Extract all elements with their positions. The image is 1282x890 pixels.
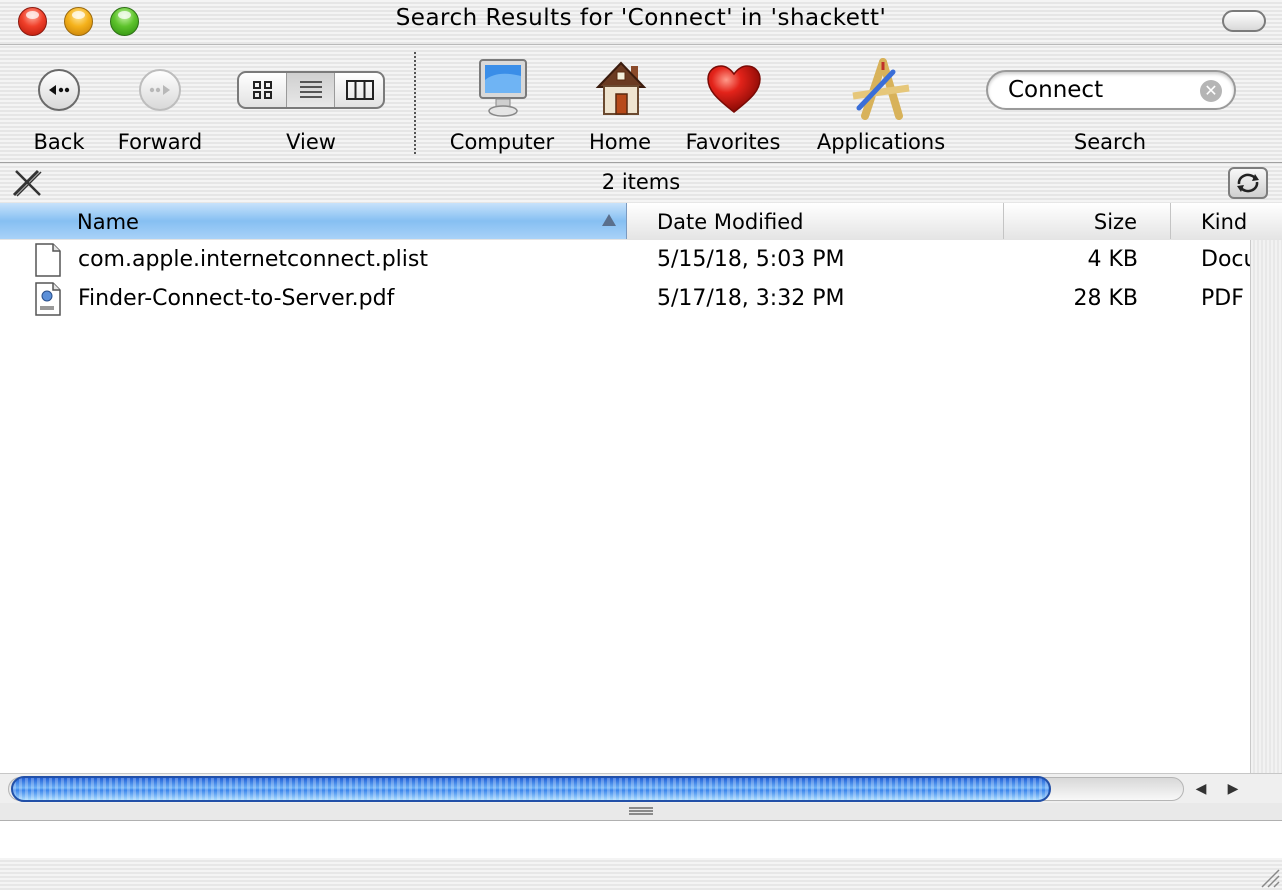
- item-count: 2 items: [601, 170, 681, 194]
- scroll-thumb[interactable]: [11, 776, 1051, 802]
- search-label: Search: [1073, 130, 1147, 154]
- file-size: 28 KB: [1073, 286, 1138, 311]
- document-icon: [35, 243, 61, 277]
- file-date-modified: 5/15/18, 5:03 PM: [657, 247, 845, 272]
- search-value: Connect: [1008, 77, 1104, 103]
- toolbar-toggle-button[interactable]: [1222, 10, 1266, 32]
- file-name: com.apple.internetconnect.plist: [78, 247, 428, 272]
- view-label: View: [286, 130, 336, 154]
- forward-arrow-icon: [139, 69, 181, 111]
- action-button[interactable]: [1228, 167, 1268, 199]
- file-date-modified: 5/17/18, 3:32 PM: [657, 286, 845, 311]
- view-mode-control[interactable]: [237, 71, 385, 109]
- resize-grip-icon[interactable]: [1258, 866, 1280, 888]
- applications-label: Applications: [816, 130, 946, 154]
- scroll-right-icon[interactable]: ▶: [1220, 778, 1246, 800]
- toolbar-separator: [414, 52, 416, 154]
- title-bar[interactable]: Search Results for 'Connect' in 'shacket…: [0, 0, 1282, 45]
- file-name: Finder-Connect-to-Server.pdf: [78, 286, 395, 311]
- applications-icon: [852, 58, 910, 120]
- size-header-label: Size: [1093, 210, 1137, 234]
- file-kind: PDF: [1201, 286, 1244, 311]
- back-arrow-icon: [38, 69, 80, 111]
- name-header-label: Name: [77, 210, 139, 234]
- path-pane: [0, 821, 1282, 890]
- file-list: com.apple.internetconnect.plist 5/15/18,…: [0, 240, 1250, 773]
- back-label: Back: [33, 130, 85, 154]
- icon-view-icon: [253, 81, 272, 99]
- computer-icon: [479, 59, 527, 117]
- bottom-bar: [0, 858, 1282, 890]
- date-header-label: Date Modified: [657, 210, 804, 234]
- file-kind: Document: [1201, 247, 1250, 272]
- home-label: Home: [588, 130, 651, 154]
- column-view-icon: [346, 80, 374, 100]
- date-modified-column-header[interactable]: Date Modified: [627, 203, 1004, 239]
- column-headers: Name Date Modified Size Kind: [0, 203, 1282, 241]
- window-chrome: Search Results for 'Connect' in 'shacket…: [0, 0, 1282, 204]
- kind-column-header[interactable]: Kind: [1171, 203, 1282, 239]
- vertical-scrollbar[interactable]: [1250, 240, 1282, 773]
- status-bar: 2 items: [0, 162, 1282, 203]
- window-title: Search Results for 'Connect' in 'shacket…: [395, 5, 887, 31]
- file-size: 4 KB: [1087, 247, 1138, 272]
- size-column-header[interactable]: Size: [1004, 203, 1171, 239]
- file-row[interactable]: Finder-Connect-to-Server.pdf 5/17/18, 3:…: [0, 281, 1250, 320]
- name-column-header[interactable]: Name: [0, 203, 627, 239]
- search-input[interactable]: Connect ✕: [986, 70, 1236, 110]
- scroll-left-icon[interactable]: ◀: [1188, 778, 1214, 800]
- refresh-arrows-icon: [1237, 173, 1259, 193]
- sort-ascending-icon: [602, 214, 616, 226]
- icon-view-button[interactable]: [239, 73, 287, 107]
- kind-header-label: Kind: [1201, 210, 1248, 234]
- finder-window: Search Results for 'Connect' in 'shacket…: [0, 0, 1282, 890]
- clear-search-icon[interactable]: ✕: [1200, 80, 1222, 102]
- pdf-icon: [35, 282, 61, 316]
- heart-icon: [707, 65, 761, 113]
- computer-label: Computer: [449, 130, 555, 154]
- list-view-icon: [300, 81, 322, 98]
- list-view-button[interactable]: [287, 73, 335, 107]
- forward-label: Forward: [117, 130, 203, 154]
- file-row[interactable]: com.apple.internetconnect.plist 5/15/18,…: [0, 242, 1250, 281]
- pane-splitter[interactable]: [0, 803, 1282, 821]
- home-icon: [595, 61, 647, 115]
- favorites-label: Favorites: [685, 130, 781, 154]
- column-view-button[interactable]: [335, 73, 383, 107]
- grip-icon: [629, 807, 653, 815]
- horizontal-scrollbar[interactable]: ◀ ▶: [0, 773, 1282, 804]
